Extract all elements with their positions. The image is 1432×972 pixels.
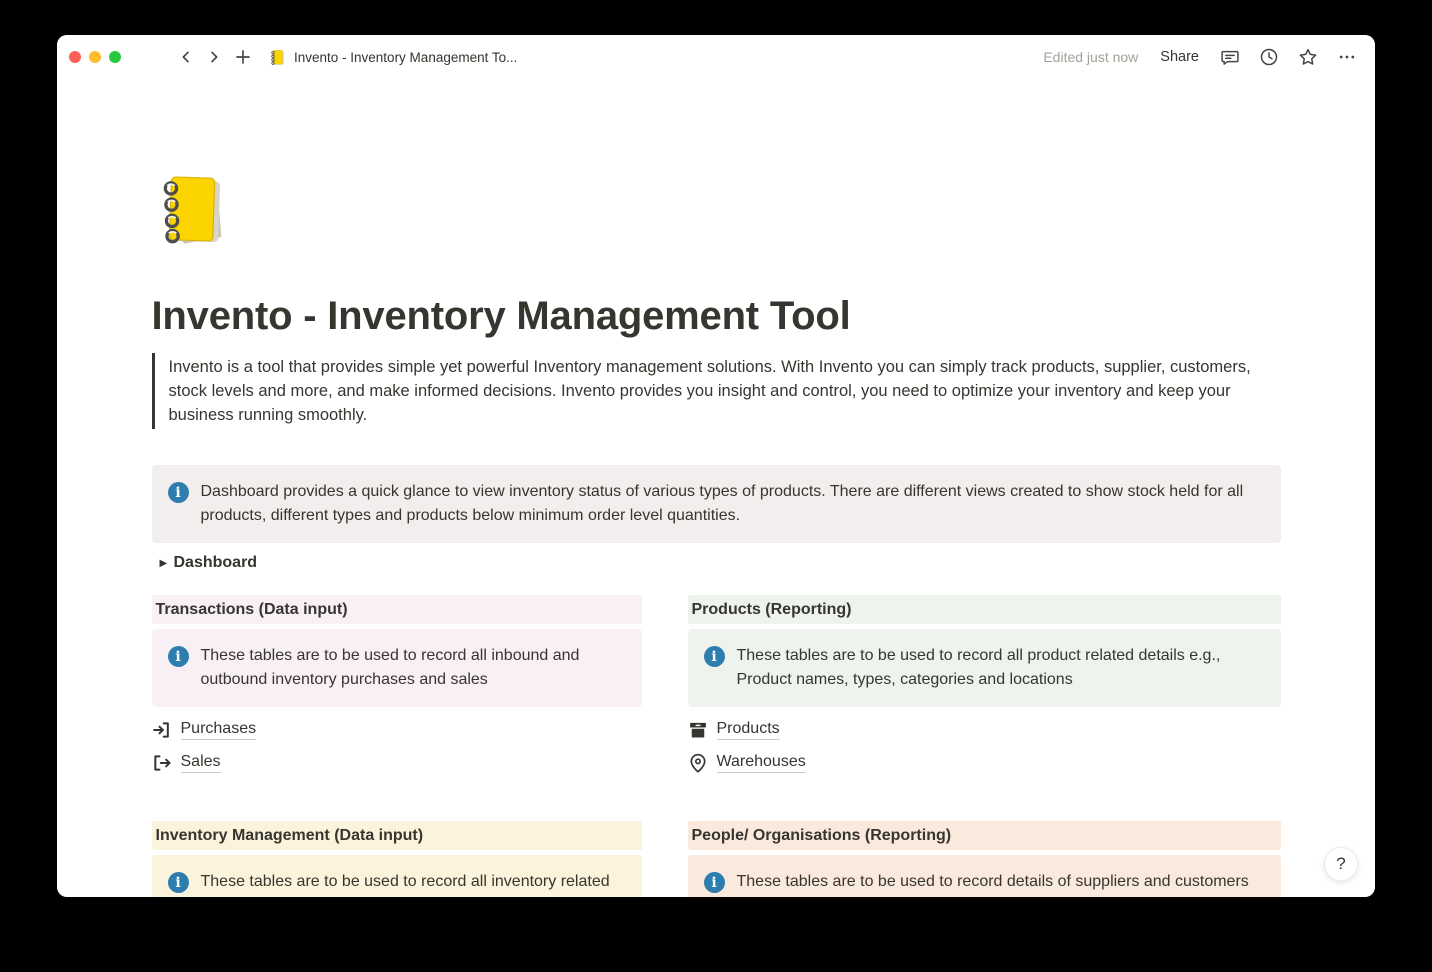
products-callout: i These tables are to be used to record … <box>688 629 1281 707</box>
minimize-window-button[interactable] <box>89 51 101 63</box>
archive-box-icon <box>688 720 709 741</box>
people-callout-text: These tables are to be used to record de… <box>737 870 1249 894</box>
sales-link-label: Sales <box>181 753 221 773</box>
dashboard-toggle-label: Dashboard <box>174 554 258 572</box>
info-icon: i <box>168 872 189 893</box>
app-window: Invento - Inventory Management To... Edi… <box>57 35 1375 897</box>
info-icon: i <box>704 646 725 667</box>
info-icon: i <box>704 872 725 893</box>
traffic-lights <box>69 51 121 63</box>
section-header-people-organisations: People/ Organisations (Reporting) <box>688 821 1281 850</box>
page-body: Invento - Inventory Management Tool Inve… <box>57 79 1375 897</box>
share-button[interactable]: Share <box>1160 49 1199 65</box>
info-icon: i <box>168 482 189 503</box>
back-icon[interactable] <box>178 49 194 65</box>
notebook-emoji-icon <box>269 49 286 66</box>
page-link-warehouses[interactable]: Warehouses <box>688 751 1281 775</box>
products-link-label: Products <box>717 720 780 740</box>
dashboard-toggle[interactable]: ▶ Dashboard <box>152 550 1281 576</box>
warehouses-link-label: Warehouses <box>717 753 806 773</box>
intro-quote: Invento is a tool that provides simple y… <box>152 353 1281 429</box>
page-link-purchases[interactable]: Purchases <box>152 718 642 742</box>
people-callout: i These tables are to be used to record … <box>688 855 1281 897</box>
inventory-callout-text: These tables are to be used to record al… <box>201 870 630 897</box>
favorite-star-icon[interactable] <box>1298 47 1318 67</box>
transactions-callout-text: These tables are to be used to record al… <box>201 644 630 692</box>
section-header-transactions: Transactions (Data input) <box>152 595 642 624</box>
outbound-arrow-icon <box>152 753 173 774</box>
tab-title: Invento - Inventory Management To... <box>294 50 517 65</box>
location-pin-icon <box>688 753 709 774</box>
products-callout-text: These tables are to be used to record al… <box>737 644 1269 692</box>
current-tab[interactable]: Invento - Inventory Management To... <box>269 49 517 66</box>
close-window-button[interactable] <box>69 51 81 63</box>
page-link-products[interactable]: Products <box>688 718 1281 742</box>
titlebar: Invento - Inventory Management To... Edi… <box>57 35 1375 79</box>
sidebar-menu-icon[interactable] <box>143 50 161 64</box>
history-icon[interactable] <box>1259 47 1279 67</box>
transactions-callout: i These tables are to be used to record … <box>152 629 642 707</box>
toggle-arrow-icon[interactable]: ▶ <box>152 558 174 569</box>
page-link-sales[interactable]: Sales <box>152 751 642 775</box>
section-header-inventory-management: Inventory Management (Data input) <box>152 821 642 850</box>
inbound-arrow-icon <box>152 720 173 741</box>
comments-icon[interactable] <box>1220 47 1240 67</box>
edited-status: Edited just now <box>1043 49 1138 65</box>
purchases-link-label: Purchases <box>181 720 257 740</box>
dashboard-callout-text: Dashboard provides a quick glance to vie… <box>201 480 1269 528</box>
info-icon: i <box>168 646 189 667</box>
forward-icon[interactable] <box>206 49 222 65</box>
section-header-products: Products (Reporting) <box>688 595 1281 624</box>
page-title: Invento - Inventory Management Tool <box>152 292 1281 340</box>
new-tab-icon[interactable] <box>234 48 252 66</box>
inventory-callout: i These tables are to be used to record … <box>152 855 642 897</box>
zoom-window-button[interactable] <box>109 51 121 63</box>
dashboard-callout: i Dashboard provides a quick glance to v… <box>152 465 1281 543</box>
page-notebook-icon[interactable] <box>152 170 230 248</box>
more-options-icon[interactable] <box>1337 47 1357 67</box>
help-button[interactable]: ? <box>1324 847 1358 881</box>
